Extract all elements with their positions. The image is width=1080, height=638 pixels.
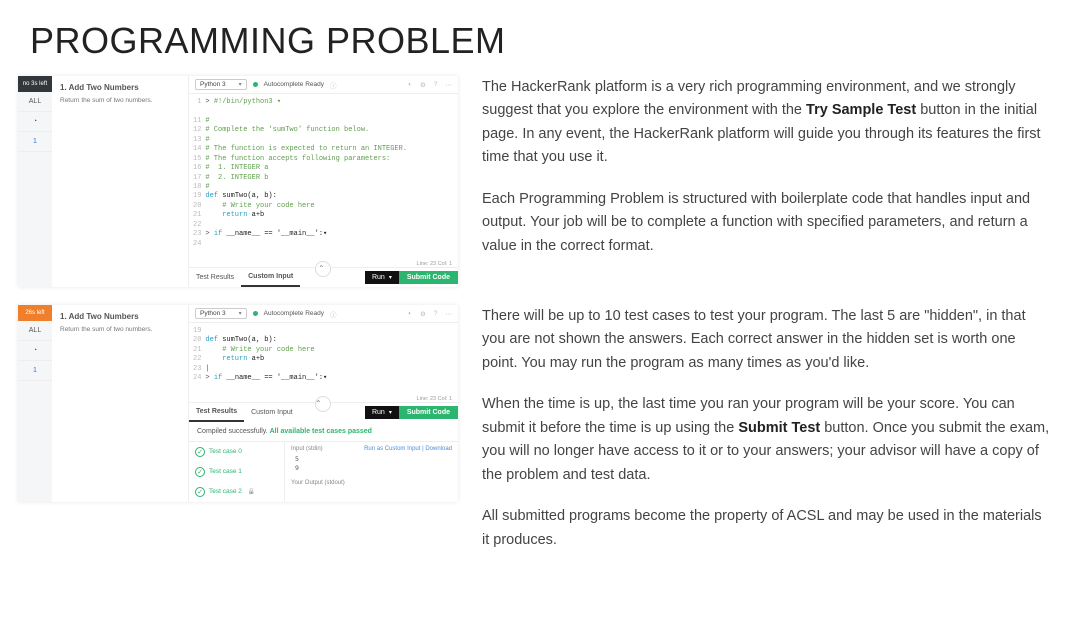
body-text-2: There will be up to 10 test cases to tes…: [482, 305, 1050, 570]
paragraph-2: Each Programming Problem is structured w…: [482, 188, 1050, 258]
settings-icon[interactable]: ⚙: [420, 310, 426, 318]
sidebar-all[interactable]: ALL: [18, 92, 52, 112]
test-case-0[interactable]: Test case 0: [189, 442, 284, 462]
submit-code-button[interactable]: Submit Code: [399, 271, 458, 284]
stdin-label: Input (stdin): [291, 446, 323, 452]
collapse-caret-icon[interactable]: ⌃: [315, 399, 322, 408]
code-text: > #!/bin/python3 ▾ # # Complete the 'sum…: [205, 98, 407, 249]
code-area[interactable]: 19 20 21 22 23 24 def sumTwo(a, b): # Wr…: [189, 323, 458, 394]
sidebar-all[interactable]: ALL: [18, 321, 52, 341]
tab-custom-input[interactable]: Custom Input: [241, 268, 300, 287]
help-icon[interactable]: ?: [434, 310, 438, 318]
problem-panel: 1. Add Two Numbers Return the sum of two…: [52, 76, 188, 287]
language-select[interactable]: Python 3: [195, 308, 247, 319]
gutter: 1 11 12 13 14 15 16 17 18 19 20 21 22 23…: [189, 98, 205, 249]
run-button[interactable]: Run: [365, 406, 399, 419]
sidebar-clock-icon: ◔: [18, 341, 52, 361]
action-bar: Test Results Custom Input ⌃ Run Submit C…: [189, 267, 458, 287]
io-panel: Input (stdin) Run as Custom Input | Down…: [285, 442, 458, 502]
editor-toolbar: Python 3 Autocomplete Ready ⓘ ◐ ⚙ ? ⋯: [189, 305, 458, 323]
sidebar-clock-icon: ◔: [18, 112, 52, 132]
screenshot-1-container: no 3s left ALL ◔ 1 1. Add Two Numbers Re…: [18, 76, 458, 287]
gutter: 19 20 21 22 23 24: [189, 327, 205, 384]
more-icon[interactable]: ⋯: [446, 81, 453, 89]
nav-sidebar: 26s left ALL ◔ 1: [18, 305, 52, 502]
collapse-caret-icon[interactable]: ⌃: [318, 264, 325, 273]
timer-badge: 26s left: [18, 305, 52, 321]
hackerrank-editor-screenshot-1: no 3s left ALL ◔ 1 1. Add Two Numbers Re…: [18, 76, 458, 287]
paragraph-5: All submitted programs become the proper…: [482, 505, 1050, 552]
autocomplete-help-icon[interactable]: ⓘ: [330, 309, 337, 319]
tab-custom-input[interactable]: Custom Input: [244, 404, 300, 421]
editor-status-text: Line: 23 Col: 1: [417, 394, 458, 402]
hackerrank-editor-screenshot-2: 26s left ALL ◔ 1 1. Add Two Numbers Retu…: [18, 305, 458, 502]
section-1: no 3s left ALL ◔ 1 1. Add Two Numbers Re…: [0, 62, 1080, 291]
compile-status: Compiled successfully. All available tes…: [189, 422, 458, 442]
autocomplete-dot-icon: [253, 311, 258, 316]
autocomplete-status: Autocomplete Ready: [264, 81, 324, 88]
help-icon[interactable]: ?: [434, 81, 438, 89]
paragraph-1: The HackerRank platform is a very rich p…: [482, 76, 1050, 170]
code-area[interactable]: 1 11 12 13 14 15 16 17 18 19 20 21 22 23…: [189, 94, 458, 259]
code-text: def sumTwo(a, b): # Write your code here…: [205, 327, 327, 384]
paragraph-4: When the time is up, the last time you r…: [482, 393, 1050, 487]
problem-panel: 1. Add Two Numbers Return the sum of two…: [52, 305, 188, 502]
language-select[interactable]: Python 3: [195, 79, 247, 90]
problem-prompt: Return the sum of two numbers.: [60, 326, 180, 333]
autocomplete-status: Autocomplete Ready: [264, 310, 324, 317]
editor-panel: Python 3 Autocomplete Ready ⓘ ◐ ⚙ ? ⋯ 19…: [188, 305, 458, 502]
paragraph-3: There will be up to 10 test cases to tes…: [482, 305, 1050, 375]
autocomplete-help-icon[interactable]: ⓘ: [330, 80, 337, 90]
more-icon[interactable]: ⋯: [446, 310, 453, 318]
theme-toggle-icon[interactable]: ◐: [408, 310, 412, 318]
tab-test-results[interactable]: Test Results: [189, 269, 241, 286]
tab-test-results[interactable]: Test Results: [189, 403, 244, 422]
body-text-1: The HackerRank platform is a very rich p…: [482, 76, 1050, 276]
submit-code-button[interactable]: Submit Code: [399, 406, 458, 419]
submit-test-bold: Submit Test: [738, 420, 820, 436]
editor-toolbar: Python 3 Autocomplete Ready ⓘ ◐ ⚙ ? ⋯: [189, 76, 458, 94]
compile-result: All available test cases passed: [270, 428, 372, 435]
editor-status-text: Line: 23 Col: 1: [417, 259, 458, 267]
sidebar-problem-1[interactable]: 1: [18, 361, 52, 381]
test-case-panel: Test case 0 Test case 1 Test case 2 Inpu…: [189, 442, 458, 502]
page-title: PROGRAMMING PROBLEM: [0, 0, 1080, 62]
io-actions-link[interactable]: Run as Custom Input | Download: [364, 446, 452, 452]
test-case-2[interactable]: Test case 2: [189, 482, 284, 502]
test-case-1[interactable]: Test case 1: [189, 462, 284, 482]
stdout-label: Your Output (stdout): [291, 480, 452, 486]
nav-sidebar: no 3s left ALL ◔ 1: [18, 76, 52, 287]
problem-title: 1. Add Two Numbers: [60, 312, 180, 321]
action-bar: Test Results Custom Input ⌃ Run Submit C…: [189, 402, 458, 422]
sidebar-problem-1[interactable]: 1: [18, 132, 52, 152]
autocomplete-dot-icon: [253, 82, 258, 87]
settings-icon[interactable]: ⚙: [420, 81, 426, 89]
screenshot-2-container: 26s left ALL ◔ 1 1. Add Two Numbers Retu…: [18, 305, 458, 502]
problem-prompt: Return the sum of two numbers.: [60, 97, 180, 104]
try-sample-test-bold: Try Sample Test: [806, 102, 916, 118]
problem-title: 1. Add Two Numbers: [60, 83, 180, 92]
section-2: 26s left ALL ◔ 1 1. Add Two Numbers Retu…: [0, 291, 1080, 574]
test-case-list: Test case 0 Test case 1 Test case 2: [189, 442, 285, 502]
run-button[interactable]: Run: [365, 271, 399, 284]
theme-toggle-icon[interactable]: ◐: [408, 81, 412, 89]
editor-panel: Python 3 Autocomplete Ready ⓘ ◐ ⚙ ? ⋯ 1 …: [188, 76, 458, 287]
timer-badge: no 3s left: [18, 76, 52, 92]
stdin-values: 5 9: [291, 455, 452, 472]
